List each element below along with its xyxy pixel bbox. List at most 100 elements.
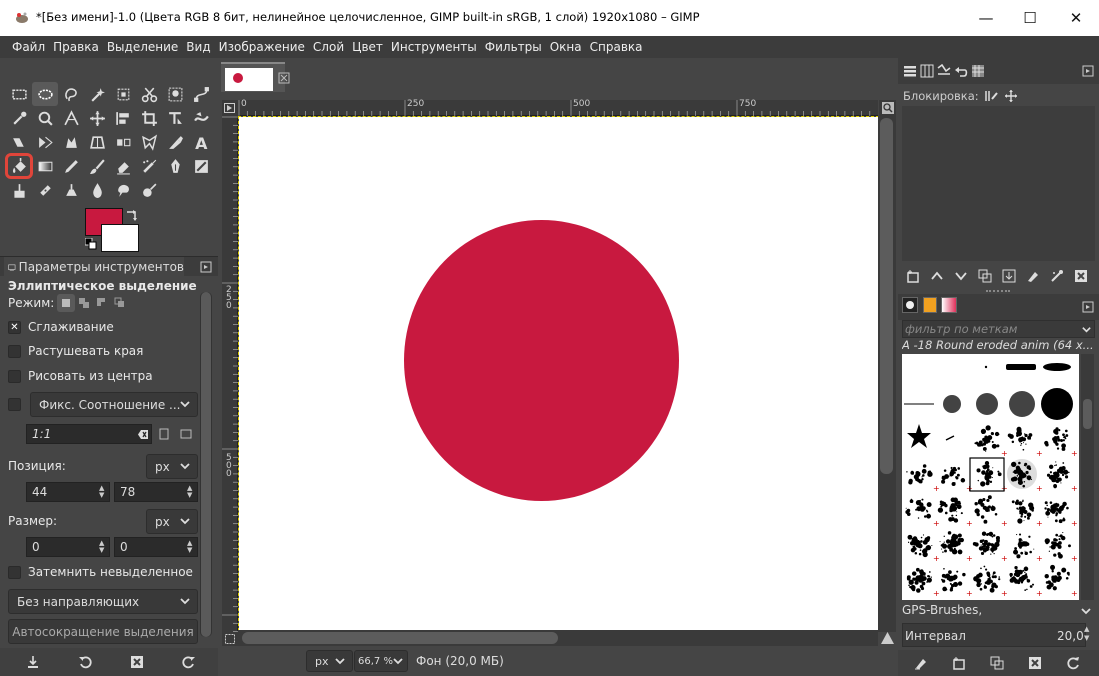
zoom-tool-icon[interactable] — [32, 106, 58, 130]
swap-colors-icon[interactable] — [125, 208, 139, 222]
quick-mask-toggle[interactable] — [222, 632, 238, 646]
mypaint-brush-tool-icon[interactable] — [162, 130, 188, 154]
bucket-fill-tool-icon[interactable] — [5, 153, 33, 179]
shear-tool-icon[interactable] — [6, 130, 32, 154]
clear-icon[interactable] — [137, 429, 149, 440]
tab-gradients[interactable] — [941, 297, 957, 313]
lock-pixels-icon[interactable] — [984, 89, 998, 103]
landscape-icon[interactable] — [180, 428, 192, 440]
mode-intersect-icon[interactable] — [111, 294, 129, 312]
image-tab[interactable] — [221, 62, 285, 92]
close-tab-icon[interactable] — [278, 72, 290, 84]
clone-tool-icon[interactable] — [6, 178, 32, 202]
blur-tool-icon[interactable] — [84, 178, 110, 202]
auto-shrink-button[interactable]: Автосокращение выделения — [8, 619, 198, 644]
spin-arrows-icon[interactable]: ▲ ▼ — [187, 540, 195, 554]
flip-tool-icon[interactable] — [32, 130, 58, 154]
guides-dropdown[interactable]: Без направляющих — [8, 589, 198, 614]
panel-menu-icon[interactable] — [200, 261, 212, 273]
delete-layer-icon[interactable] — [1074, 269, 1088, 283]
anchor-layer-icon[interactable] — [1050, 269, 1064, 283]
ratio-input[interactable]: 1:1 — [26, 424, 152, 444]
size-unit-dropdown[interactable]: px — [146, 509, 198, 534]
reset-icon[interactable] — [182, 655, 196, 669]
maximize-button[interactable]: ☐ — [1007, 0, 1053, 36]
position-y-input[interactable]: 78 ▲ ▼ — [114, 482, 198, 502]
quick-mask-corner[interactable] — [222, 100, 238, 116]
new-layer-icon[interactable] — [906, 269, 920, 283]
fixed-aspect-dropdown[interactable]: Фикс. Соотношение ... — [30, 392, 198, 417]
menu-view[interactable]: Вид — [182, 40, 214, 54]
unified-transform-tool-icon[interactable] — [162, 106, 188, 130]
raise-layer-icon[interactable] — [930, 269, 944, 283]
color-picker-tool-icon[interactable] — [6, 106, 32, 130]
options-scroll-thumb[interactable] — [201, 292, 211, 637]
menu-filters[interactable]: Фильтры — [481, 40, 546, 54]
duplicate-brush-icon[interactable] — [990, 656, 1004, 670]
measure-tool-icon[interactable] — [58, 106, 84, 130]
default-colors-icon[interactable] — [85, 238, 97, 250]
foreground-select-tool-icon[interactable] — [162, 82, 188, 106]
spin-arrows-icon[interactable]: ▲ ▼ — [99, 485, 107, 499]
mode-subtract-icon[interactable] — [93, 294, 111, 312]
antialias-row[interactable]: ✕ Сглаживание — [8, 317, 114, 337]
heal-tool-icon[interactable] — [32, 178, 58, 202]
undo-history-icon[interactable] — [954, 64, 968, 78]
new-brush-icon[interactable] — [952, 656, 966, 670]
zoom-dropdown[interactable]: 66,7 % — [354, 650, 408, 672]
horizontal-scrollbar[interactable] — [238, 630, 878, 646]
menu-tools[interactable]: Инструменты — [387, 40, 481, 54]
paths-icon[interactable] — [937, 64, 951, 78]
crop-tool-icon[interactable] — [136, 106, 162, 130]
merge-layer-icon[interactable] — [1002, 269, 1016, 283]
align-tool-icon[interactable] — [110, 106, 136, 130]
perspective-tool-icon[interactable] — [84, 130, 110, 154]
duplicate-layer-icon[interactable] — [978, 269, 992, 283]
layer-mask-icon[interactable] — [1026, 269, 1040, 283]
ink-tool-icon[interactable] — [162, 154, 188, 178]
refresh-brushes-icon[interactable] — [1066, 656, 1080, 670]
tab-patterns[interactable] — [923, 297, 937, 313]
menu-windows[interactable]: Окна — [546, 40, 586, 54]
from-center-checkbox[interactable] — [8, 369, 21, 383]
mypaint-tool-icon[interactable] — [188, 154, 214, 178]
lock-position-icon[interactable] — [1004, 89, 1018, 103]
fuzzy-select-tool-icon[interactable] — [84, 82, 110, 106]
layers-list[interactable] — [902, 106, 1095, 261]
chevron-down-icon[interactable] — [1081, 324, 1092, 335]
zoom-corner[interactable] — [879, 100, 896, 116]
panel-menu-icon[interactable] — [1082, 301, 1094, 313]
gradient-tool-icon[interactable] — [32, 154, 58, 178]
size-width-input[interactable]: 0 ▲ ▼ — [26, 537, 110, 557]
brush-thumbnails[interactable]: + + ++ + + + ++ + + + ++ + + + ++ + + + + — [902, 354, 1079, 600]
cage-transform-tool-icon[interactable] — [58, 130, 84, 154]
paths-tool-icon[interactable] — [188, 82, 214, 106]
chevron-down-icon[interactable] — [1080, 605, 1092, 617]
spin-arrows-icon[interactable]: ▲ ▼ — [99, 540, 107, 554]
size-height-input[interactable]: 0 ▲ ▼ — [114, 537, 198, 557]
menu-color[interactable]: Цвет — [348, 40, 387, 54]
warp-transform-tool-icon[interactable] — [188, 106, 214, 130]
menu-layer[interactable]: Слой — [309, 40, 348, 54]
lasso-tool-icon[interactable] — [58, 82, 84, 106]
feather-checkbox[interactable] — [8, 344, 21, 358]
paintbrush-tool-icon[interactable] — [84, 154, 110, 178]
restore-icon[interactable] — [78, 655, 92, 669]
navigate-icon[interactable] — [880, 631, 895, 645]
minimize-button[interactable]: — — [963, 0, 1009, 36]
eraser-tool-icon[interactable] — [110, 154, 136, 178]
3d-transform-tool-icon[interactable] — [136, 130, 162, 154]
ellipse-select-tool-icon[interactable] — [32, 82, 58, 106]
airbrush-tool-icon[interactable] — [136, 154, 162, 178]
image-canvas[interactable] — [238, 116, 879, 631]
pencil-tool-icon[interactable] — [58, 154, 84, 178]
mode-add-icon[interactable] — [75, 294, 93, 312]
menu-image[interactable]: Изображение — [215, 40, 309, 54]
dodge-burn-tool-icon[interactable] — [136, 178, 162, 202]
tab-brushes[interactable] — [902, 297, 918, 313]
delete-icon[interactable] — [130, 655, 144, 669]
menu-select[interactable]: Выделение — [103, 40, 182, 54]
channels-icon[interactable] — [920, 64, 934, 78]
color-select-tool-icon[interactable] — [110, 82, 136, 106]
background-color-swatch[interactable] — [101, 224, 139, 252]
